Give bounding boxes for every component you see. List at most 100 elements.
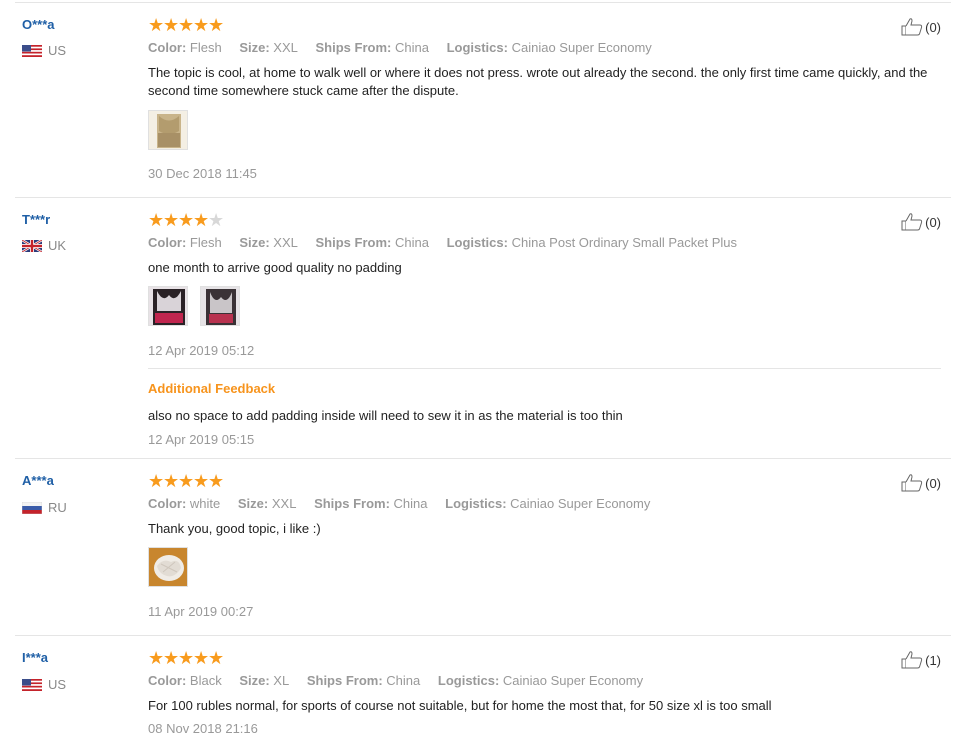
attr-value: Cainiao Super Economy [510,496,651,511]
attr-key: Logistics: [446,235,508,250]
attr-key: Color: [148,235,187,250]
star-icon: ★ [163,15,180,35]
attr-value: China [394,40,429,55]
review-text: For 100 rubles normal, for sports of cou… [148,698,772,713]
attr-value: Flesh [189,235,222,250]
star-icon: ★ [193,15,210,35]
attr-key: Size: [239,40,270,55]
review-photo-thumbnail[interactable] [148,110,188,150]
attr-key: Color: [148,496,187,511]
review-photo-thumbnail[interactable] [148,286,188,326]
rating-stars: ★ ★ ★ ★ ★ [148,648,225,668]
attr-key: Logistics: [445,496,507,511]
reviewer-name[interactable]: T***r [22,212,50,227]
review-photos [148,547,200,587]
ru-flag-icon [21,501,43,514]
attr-key: Ships From: [315,40,392,55]
reviewer-name[interactable]: A***a [22,473,54,488]
review-text: The topic is cool, at home to walk well … [148,65,928,98]
star-icon: ★ [163,471,180,491]
helpful-button[interactable]: (0) [901,213,941,231]
attr-value: China Post Ordinary Small Packet Plus [511,235,738,250]
star-icon: ★ [208,648,225,668]
review-text: Thank you, good topic, i like :) [148,521,321,536]
star-icon: ★ [148,648,165,668]
uk-flag-icon [21,238,43,253]
attr-key: Ships From: [314,496,390,511]
review-date: 12 Apr 2019 05:12 [148,343,255,358]
helpful-count: (0) [925,475,941,491]
star-icon: ★ [178,471,195,491]
attr-key: Ships From: [306,673,383,688]
review-photo-thumbnail[interactable] [200,286,240,326]
helpful-count: (1) [925,652,941,668]
star-icon: ★ [148,471,165,491]
attr-key: Size: [239,235,270,250]
thumbs-up-icon [901,18,923,36]
star-empty-icon: ★ [208,210,225,230]
attr-key: Color: [148,673,187,688]
thumbs-up-icon [901,213,923,231]
attr-value: Cainiao Super Economy [502,673,644,688]
attr-value: Flesh [189,40,222,55]
additional-feedback-date: 12 Apr 2019 05:15 [148,432,255,447]
star-icon: ★ [178,648,195,668]
country-code: US [48,677,67,692]
attr-key: Logistics: [446,40,508,55]
reviewer-name[interactable]: I***a [22,650,48,665]
star-icon: ★ [163,210,180,230]
order-attributes: Color: white Size: XXL Ships From: China… [148,496,664,511]
reviewer-name[interactable]: O***a [22,17,55,32]
star-icon: ★ [193,210,210,230]
review-photos [148,110,200,150]
country-code: RU [48,500,67,515]
review-text: one month to arrive good quality no padd… [148,260,402,275]
attr-value: white [189,496,221,511]
country-code: US [48,43,67,58]
reviewer-country: UK [21,238,66,253]
attr-value: China [386,673,421,688]
attr-value: China [394,235,429,250]
attr-key: Color: [148,40,187,55]
helpful-count: (0) [925,214,941,230]
helpful-count: (0) [925,19,941,35]
attr-value: XXL [273,235,298,250]
us-flag-icon [22,44,42,57]
attr-key: Size: [239,673,270,688]
feedback-divider [148,368,941,369]
star-icon: ★ [208,471,225,491]
star-icon: ★ [193,648,210,668]
review-divider [15,635,951,636]
helpful-button[interactable]: (1) [901,651,941,669]
attr-key: Logistics: [437,673,500,688]
attr-value: XXL [271,496,297,511]
attr-value: China [393,496,428,511]
attr-value: Black [189,673,222,688]
reviewer-country: US [22,677,66,692]
star-icon: ★ [148,210,165,230]
attr-key: Size: [237,496,269,511]
helpful-button[interactable]: (0) [901,18,941,36]
additional-feedback-text: also no space to add padding inside will… [148,408,623,423]
review-photos [148,286,252,326]
attr-value: XXL [273,40,298,55]
thumbs-up-icon [901,651,923,669]
reviewer-country: US [22,43,66,58]
star-icon: ★ [178,15,195,35]
top-divider [15,2,951,3]
review-divider [15,458,951,459]
attr-key: Ships From: [315,235,392,250]
review-photo-thumbnail[interactable] [148,547,188,587]
order-attributes: Color: Flesh Size: XXL Ships From: China… [148,40,666,55]
rating-stars: ★ ★ ★ ★ ★ [148,210,225,230]
star-icon: ★ [208,15,225,35]
helpful-button[interactable]: (0) [901,474,941,492]
attr-value: Cainiao Super Economy [511,40,652,55]
additional-feedback-label: Additional Feedback [148,381,276,396]
us-flag-icon [22,678,42,691]
star-icon: ★ [178,210,195,230]
star-icon: ★ [163,648,180,668]
star-icon: ★ [193,471,210,491]
rating-stars: ★ ★ ★ ★ ★ [148,15,225,35]
attr-value: XL [273,673,290,688]
